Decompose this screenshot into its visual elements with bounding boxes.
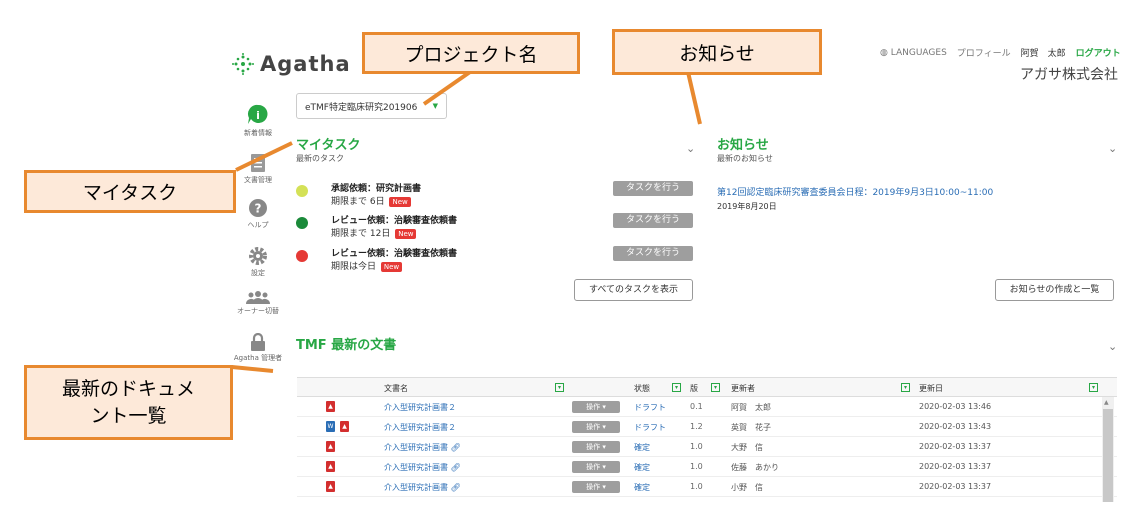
word-doc-icon[interactable]: W	[326, 421, 335, 432]
document-updated: 2020-02-03 13:37	[919, 462, 992, 471]
task-title[interactable]: レビュー依頼：治験審査依頼書	[331, 213, 457, 226]
scrollbar-thumb[interactable]	[1103, 409, 1113, 502]
callout-project-name: プロジェクト名	[362, 32, 580, 74]
scroll-up-arrow-icon[interactable]: ▲	[1104, 399, 1109, 406]
pdf-icon[interactable]: ▲	[326, 441, 335, 452]
filter-icon[interactable]: ▾	[555, 383, 564, 392]
task-item: レビュー依頼：治験審査依頼書 期限まで 12日 New タスクを行う	[296, 213, 696, 243]
notices-subtitle: 最新のお知らせ	[717, 154, 773, 163]
operation-dropdown-button[interactable]: 操作 ▾	[572, 441, 620, 453]
task-item: 承認依頼：研究計画書 期限まで 6日 New タスクを行う	[296, 181, 696, 211]
document-updater: 英賀 花子	[731, 423, 771, 432]
document-version: 1.2	[690, 422, 703, 431]
document-status: ドラフト	[634, 403, 666, 412]
create-notice-button[interactable]: お知らせの作成と一覧	[995, 279, 1114, 301]
document-status: 確定	[634, 463, 650, 472]
document-updater: 阿賀 太郎	[731, 403, 771, 412]
document-name-link[interactable]: 介入型研究計画書２	[384, 402, 456, 413]
notice-item-link[interactable]: 第12回認定臨床研究審査委員会日程：2019年9月3日10:00~11:00	[717, 185, 993, 198]
document-updated: 2020-02-03 13:43	[919, 422, 992, 431]
pdf-icon[interactable]: ▲	[326, 481, 335, 492]
table-row[interactable]: ▲ 介入型研究計画書 🔗︎ 操作 ▾ 確定 1.0 大野 信 2020-02-0…	[297, 437, 1117, 457]
mytask-title: マイタスク	[296, 138, 361, 153]
new-badge: New	[380, 262, 403, 272]
do-task-button[interactable]: タスクを行う	[613, 246, 693, 261]
notices-collapse-chevron-icon[interactable]: ⌄	[1108, 142, 1117, 155]
document-updater: 小野 信	[731, 483, 763, 492]
document-name-link[interactable]: 介入型研究計画書 🔗︎	[384, 462, 461, 473]
task-due: 期限まで 6日 New	[331, 194, 411, 207]
callout-latest-docs: 最新のドキュメ ント一覧	[24, 365, 233, 440]
document-status: ドラフト	[634, 423, 666, 432]
mytask-collapse-chevron-icon[interactable]: ⌄	[686, 142, 695, 155]
document-name-link[interactable]: 介入型研究計画書 🔗︎	[384, 442, 461, 453]
column-header-updater[interactable]: 更新者	[731, 383, 755, 394]
operation-dropdown-button[interactable]: 操作 ▾	[572, 421, 620, 433]
task-due: 期限まで 12日 New	[331, 226, 417, 239]
filter-icon[interactable]: ▾	[711, 383, 720, 392]
document-status: 確定	[634, 443, 650, 452]
task-title[interactable]: レビュー依頼：治験審査依頼書	[331, 246, 457, 259]
table-row[interactable]: ▲ 介入型研究計画書２ 操作 ▾ ドラフト 0.1 阿賀 太郎 2020-02-…	[297, 397, 1117, 417]
link-icon: 🔗︎	[450, 443, 461, 452]
document-updater: 大野 信	[731, 443, 763, 452]
document-name-link[interactable]: 介入型研究計画書 🔗︎	[384, 482, 461, 493]
link-icon: 🔗︎	[450, 483, 461, 492]
table-row[interactable]: W ▲ 介入型研究計画書２ 操作 ▾ ドラフト 1.2 英賀 花子 2020-0…	[297, 417, 1117, 437]
document-name-link[interactable]: 介入型研究計画書２	[384, 422, 456, 433]
connector-notices	[686, 71, 702, 125]
table-row[interactable]: ▲ 介入型研究計画書 🔗︎ 操作 ▾ 確定 1.0 小野 信 2020-02-0…	[297, 477, 1117, 497]
document-version: 0.1	[690, 402, 703, 411]
operation-dropdown-button[interactable]: 操作 ▾	[572, 481, 620, 493]
document-updated: 2020-02-03 13:46	[919, 402, 992, 411]
pdf-icon[interactable]: ▲	[326, 461, 335, 472]
operation-dropdown-button[interactable]: 操作 ▾	[572, 461, 620, 473]
filter-icon[interactable]: ▾	[672, 383, 681, 392]
new-badge: New	[389, 197, 411, 207]
show-all-tasks-button[interactable]: すべてのタスクを表示	[574, 279, 693, 301]
task-status-dot	[296, 217, 308, 229]
document-status: 確定	[634, 483, 650, 492]
pdf-icon[interactable]: ▲	[326, 401, 335, 412]
notice-item-date: 2019年8月20日	[717, 202, 777, 211]
tmf-documents-table: 文書名 ▾ 状態 ▾ 版 ▾ 更新者 ▾ 更新日 ▾ ▲ 介入型研究計画書２ 操…	[297, 377, 1117, 497]
document-version: 1.0	[690, 462, 703, 471]
tmf-title: TMF 最新の文書	[296, 338, 397, 353]
filter-icon[interactable]: ▾	[901, 383, 910, 392]
document-updated: 2020-02-03 13:37	[919, 482, 992, 491]
do-task-button[interactable]: タスクを行う	[613, 213, 693, 228]
connector-project-name	[422, 70, 472, 106]
filter-icon[interactable]: ▾	[1089, 383, 1098, 392]
mytask-subtitle: 最新のタスク	[296, 154, 344, 163]
notices-title: お知らせ	[717, 138, 769, 153]
task-item: レビュー依頼：治験審査依頼書 期限は今日 New タスクを行う	[296, 246, 696, 276]
document-version: 1.0	[690, 442, 703, 451]
callout-notices: お知らせ	[612, 29, 822, 75]
table-scrollbar[interactable]: ▲	[1102, 397, 1114, 502]
document-updated: 2020-02-03 13:37	[919, 442, 992, 451]
connector-latest-docs	[231, 365, 274, 373]
do-task-button[interactable]: タスクを行う	[613, 181, 693, 196]
table-row[interactable]: ▲ 介入型研究計画書 🔗︎ 操作 ▾ 確定 1.0 佐藤 あかり 2020-02…	[297, 457, 1117, 477]
link-icon: 🔗︎	[450, 463, 461, 472]
new-badge: New	[395, 229, 417, 239]
callout-my-tasks: マイタスク	[24, 170, 236, 213]
table-header: 文書名 ▾ 状態 ▾ 版 ▾ 更新者 ▾ 更新日 ▾	[297, 377, 1117, 397]
operation-dropdown-button[interactable]: 操作 ▾	[572, 401, 620, 413]
column-header-status[interactable]: 状態	[634, 383, 650, 394]
column-header-updated[interactable]: 更新日	[919, 383, 943, 394]
connector-my-tasks	[235, 141, 293, 172]
column-header-version[interactable]: 版	[690, 383, 698, 394]
tmf-collapse-chevron-icon[interactable]: ⌄	[1108, 340, 1117, 353]
task-status-dot	[296, 185, 308, 197]
document-updater: 佐藤 あかり	[731, 463, 779, 472]
task-status-dot	[296, 250, 308, 262]
document-version: 1.0	[690, 482, 703, 491]
pdf-icon[interactable]: ▲	[340, 421, 349, 432]
task-due: 期限は今日 New	[331, 259, 403, 272]
column-header-name[interactable]: 文書名	[384, 383, 408, 394]
task-title[interactable]: 承認依頼：研究計画書	[331, 181, 421, 194]
